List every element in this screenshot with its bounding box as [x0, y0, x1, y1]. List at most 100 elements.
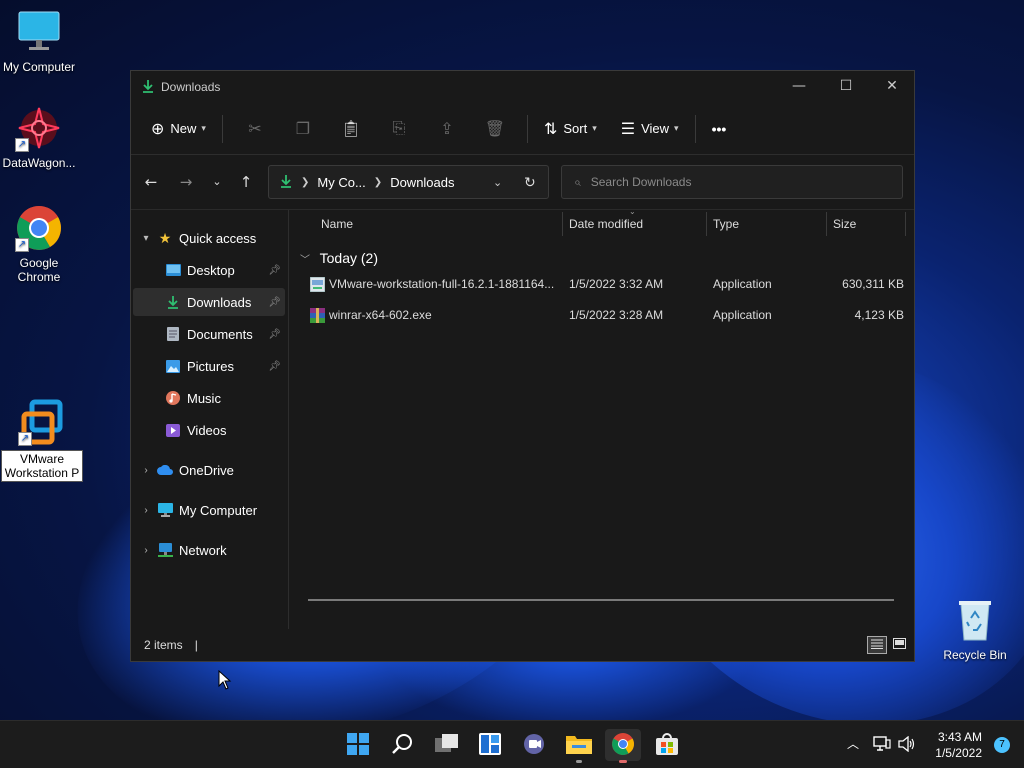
command-bar: ⊕ New ▾ ✂ ❐ 📋︎ ⎘ ⇪ 🗑︎ ⇅ Sort ▾ ☰ View ▾ … — [131, 103, 914, 155]
horizontal-scrollbar[interactable] — [308, 599, 894, 601]
file-row[interactable]: winrar-x64-602.exe 1/5/2022 3:28 AM Appl… — [290, 301, 904, 329]
close-button[interactable]: ✕ — [869, 71, 915, 101]
view-list-icon: ☰ — [620, 120, 636, 138]
file-type: Application — [713, 277, 772, 291]
rename-input[interactable]: VMware Workstation P — [1, 450, 83, 482]
breadcrumb-segment[interactable]: My Co... — [317, 175, 365, 190]
scissors-icon: ✂ — [248, 120, 262, 138]
monitor-icon — [15, 8, 63, 56]
notification-badge[interactable]: 7 — [994, 737, 1010, 753]
desktop-icon-label: Recycle Bin — [943, 648, 1007, 662]
volume-icon[interactable] — [898, 735, 916, 755]
desktop-icon-recycle-bin[interactable]: Recycle Bin — [936, 596, 1014, 662]
column-header-date-modified[interactable]: Date modified — [569, 217, 643, 231]
column-divider[interactable] — [826, 212, 827, 236]
taskbar-search-button[interactable] — [385, 729, 421, 761]
breadcrumb-segment[interactable]: Downloads — [390, 175, 454, 190]
nav-item-music[interactable]: Music — [133, 384, 285, 412]
refresh-icon[interactable]: ↻ — [524, 174, 536, 191]
nav-label: Pictures — [187, 358, 234, 374]
nav-item-pictures[interactable]: Pictures 📌︎ — [133, 352, 285, 380]
share-icon: ⇪ — [440, 120, 454, 138]
forward-button[interactable]: → — [174, 171, 198, 193]
chrome-button[interactable] — [605, 729, 641, 763]
sort-button[interactable]: ⇅ Sort ▾ — [536, 112, 605, 146]
desktop-icon-label: DataWagon... — [2, 156, 76, 170]
address-history-chevron-icon[interactable]: ⌄ — [493, 176, 502, 189]
widgets-button[interactable] — [472, 729, 508, 761]
clock[interactable]: 3:43 AM 1/5/2022 — [935, 729, 982, 761]
desktop-icon-my-computer[interactable]: My Computer — [0, 8, 78, 74]
new-label: New — [170, 121, 197, 136]
desktop-icon-datawagon[interactable]: ↗ DataWagon... — [0, 104, 78, 170]
address-bar[interactable]: ❯ My Co... ❯ Downloads ⌄ ↻ — [268, 165, 549, 199]
column-header-name[interactable]: Name — [321, 217, 353, 231]
desktop-folder-icon — [165, 263, 181, 277]
column-header-type[interactable]: Type — [713, 217, 739, 231]
store-button[interactable] — [649, 729, 685, 761]
group-header-today[interactable]: ﹀ Today (2) — [300, 250, 378, 266]
nav-quick-access[interactable]: ▾ ★ Quick access — [133, 224, 285, 252]
view-button[interactable]: ☰ View ▾ — [613, 112, 687, 146]
mouse-cursor-icon — [218, 669, 232, 693]
running-indicator — [619, 760, 627, 763]
search-box[interactable]: ⌕ Search Downloads — [561, 165, 903, 199]
nav-network[interactable]: › Network — [133, 536, 285, 564]
widgets-icon — [479, 732, 501, 758]
status-separator: | — [194, 638, 198, 652]
search-placeholder: Search Downloads — [590, 175, 692, 189]
pin-icon: 📌︎ — [268, 264, 281, 276]
nav-my-computer[interactable]: › My Computer — [133, 496, 285, 524]
share-button[interactable]: ⇪ — [423, 119, 471, 139]
start-button[interactable] — [340, 729, 376, 761]
minimize-button[interactable]: — — [776, 71, 822, 101]
nav-label: Music — [187, 390, 221, 406]
desktop-icon-chrome[interactable]: ↗ Google Chrome — [0, 204, 78, 284]
nav-item-videos[interactable]: Videos — [133, 416, 285, 444]
column-divider[interactable] — [562, 212, 563, 236]
details-view-icon — [871, 638, 883, 652]
nav-item-downloads[interactable]: Downloads 📌︎ — [133, 288, 285, 316]
file-row[interactable]: VMware-workstation-full-16.2.1-1881164..… — [290, 270, 904, 298]
chevron-right-icon: › — [144, 464, 148, 476]
nav-item-documents[interactable]: Documents 📌︎ — [133, 320, 285, 348]
nav-item-desktop[interactable]: Desktop 📌︎ — [133, 256, 285, 284]
nav-onedrive[interactable]: › OneDrive — [133, 456, 285, 484]
item-count: 2 items — [144, 638, 183, 652]
delete-button[interactable]: 🗑︎ — [471, 119, 519, 139]
pin-icon: 📌︎ — [268, 360, 281, 372]
nav-label: Network — [179, 542, 227, 558]
up-button[interactable]: ↑ — [234, 171, 258, 193]
paste-button[interactable]: 📋︎ — [327, 119, 375, 139]
column-header-size[interactable]: Size — [833, 217, 856, 231]
details-view-button[interactable] — [867, 636, 887, 654]
shortcut-arrow-icon: ↗ — [15, 238, 29, 252]
cloud-icon — [157, 463, 173, 477]
divider — [526, 114, 528, 143]
new-button[interactable]: ⊕ New ▾ — [143, 112, 214, 146]
show-hidden-icons-chevron-icon[interactable]: ︿ — [847, 735, 859, 752]
column-header-row: Name Date modified ⌄ Type Size — [290, 207, 914, 238]
task-view-button[interactable] — [429, 729, 465, 761]
chevron-down-icon: ▾ — [143, 232, 149, 244]
maximize-button[interactable]: ☐ — [823, 71, 869, 101]
copy-button[interactable]: ❐ — [279, 119, 327, 139]
chat-button[interactable] — [516, 729, 552, 761]
file-date: 1/5/2022 3:28 AM — [569, 308, 664, 322]
recent-locations-button[interactable]: ⌄ — [205, 171, 229, 193]
back-button[interactable]: ← — [139, 171, 163, 193]
download-arrow-icon — [279, 174, 293, 191]
music-folder-icon — [165, 391, 181, 405]
column-divider[interactable] — [905, 212, 906, 236]
cut-button[interactable]: ✂ — [231, 119, 279, 139]
rename-button[interactable]: ⎘ — [375, 120, 423, 138]
large-icons-view-button[interactable] — [889, 636, 909, 654]
file-size: 4,123 KB — [854, 308, 904, 322]
pin-icon: 📌︎ — [268, 296, 281, 308]
more-options-button[interactable]: ••• — [704, 112, 735, 146]
column-divider[interactable] — [706, 212, 707, 236]
desktop-icon-label: Google Chrome — [17, 256, 61, 284]
file-explorer-button[interactable] — [561, 729, 597, 763]
desktop-icon-vmware[interactable]: ↗ VMware Workstation P — [0, 398, 84, 482]
network-icon[interactable] — [873, 736, 891, 755]
